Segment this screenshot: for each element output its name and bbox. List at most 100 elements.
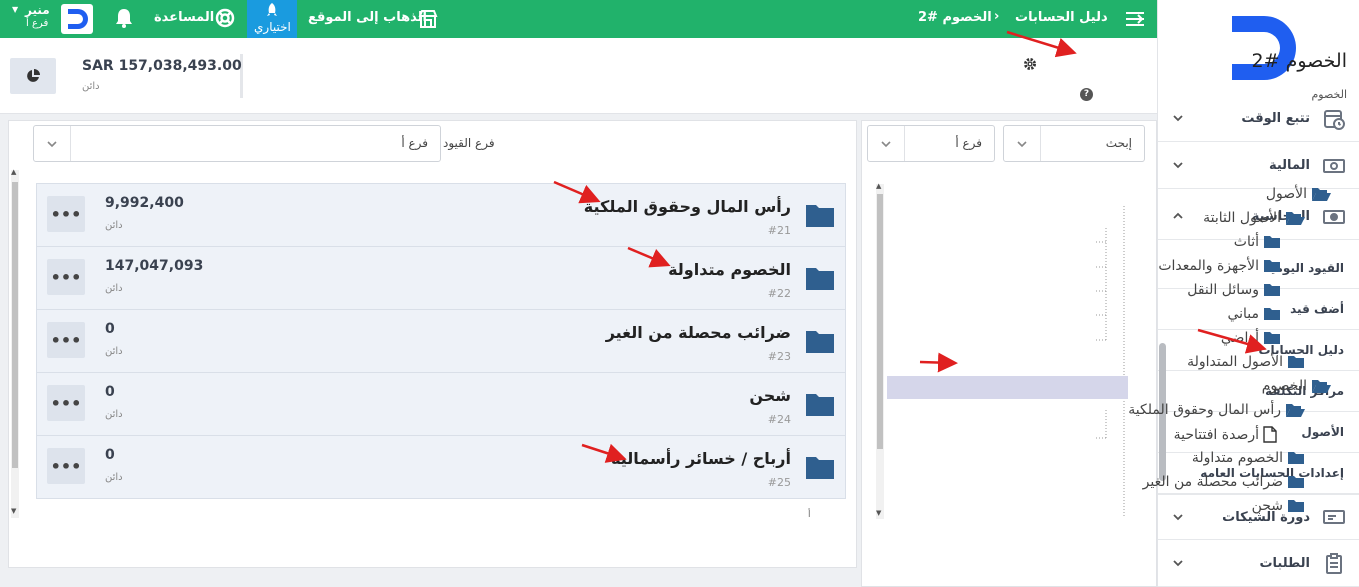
folder-icon xyxy=(1287,355,1305,369)
folder-icon xyxy=(805,456,835,480)
tree-node-vehicles[interactable]: وسائل النقل xyxy=(1187,282,1281,298)
tree-node-current-assets[interactable]: الأصول المتداولة xyxy=(1187,354,1305,370)
caret-down-icon[interactable]: ▼ xyxy=(12,5,18,14)
account-card[interactable]: شحن #24 0 دائن ••• xyxy=(36,372,846,436)
search-placeholder: إبحث xyxy=(1105,136,1132,150)
sidebar-item-time-tracking[interactable]: تتبع الوقت xyxy=(1158,96,1359,142)
help-link[interactable]: المساعدة xyxy=(154,10,214,25)
account-card[interactable]: أرباح / خسائر رأسمالية #25 0 دائن ••• xyxy=(36,435,846,499)
chart-button[interactable] xyxy=(10,58,56,94)
cheque-icon xyxy=(1322,505,1346,529)
tree-node-label: الأجهزة والمعدات xyxy=(1158,258,1259,274)
account-amount: 0 xyxy=(105,321,115,337)
folder-icon xyxy=(1263,283,1281,297)
folder-icon xyxy=(805,330,835,354)
breadcrumb-root[interactable]: دليل الحسابات xyxy=(1015,10,1108,25)
cash-icon xyxy=(1322,205,1346,229)
folder-icon xyxy=(1263,307,1281,321)
account-amount-label: دائن xyxy=(105,220,123,231)
account-amount-label: دائن xyxy=(105,409,123,420)
folder-icon xyxy=(805,393,835,417)
tree-node-label: أثاث xyxy=(1233,234,1259,250)
clipboard-icon xyxy=(1322,552,1346,576)
sidebar-item-label: تتبع الوقت xyxy=(1241,111,1310,126)
tree-node-taxes-collected[interactable]: ضرائب محصلة من الغير xyxy=(1143,474,1305,490)
tree-branch-select[interactable]: فرع أ xyxy=(867,125,995,162)
file-icon xyxy=(1263,426,1277,443)
account-card[interactable]: ضرائب محصلة من الغير #23 0 دائن ••• xyxy=(36,309,846,373)
app-logo[interactable] xyxy=(1230,12,1300,84)
tree-node-label: الأصول xyxy=(1265,186,1307,202)
account-number: #21 xyxy=(767,224,791,237)
sidebar-item-finance[interactable]: المالية xyxy=(1158,143,1359,189)
bell-icon[interactable] xyxy=(114,7,134,29)
user-branch: فرع أ xyxy=(26,18,49,29)
tree-node-shipping[interactable]: شحن xyxy=(1252,498,1305,514)
lifebuoy-icon[interactable] xyxy=(214,7,236,29)
account-title: رأس المال وحقوق الملكية xyxy=(583,197,791,216)
search-select[interactable]: إبحث xyxy=(1003,125,1145,162)
help-circle-icon[interactable]: ? xyxy=(1080,88,1093,101)
tree-scrollbar[interactable]: ▲ ▼ xyxy=(876,182,884,519)
menu-toggle-icon[interactable] xyxy=(1124,9,1146,29)
tree-node-land[interactable]: أراضي xyxy=(1221,330,1281,346)
folder-open-icon xyxy=(1285,210,1305,226)
tree-node-liabilities[interactable]: الخصوم xyxy=(1262,378,1331,394)
more-options-button[interactable]: ••• xyxy=(47,448,85,484)
account-amount: 9,992,400 xyxy=(105,195,184,211)
tree-node-label: شحن xyxy=(1251,498,1283,514)
trial-button[interactable]: اختياري xyxy=(247,0,297,38)
folder-icon xyxy=(805,267,835,291)
tree-node-label: وسائل النقل xyxy=(1187,282,1259,298)
account-card[interactable]: الخصوم متداولة #22 147,047,093 دائن ••• xyxy=(36,246,846,310)
chevron-down-icon xyxy=(1004,126,1041,161)
account-number: #24 xyxy=(767,413,791,426)
account-amount-label: دائن xyxy=(105,346,123,357)
folder-open-icon xyxy=(1311,186,1331,202)
sidebar-item-label: المالية xyxy=(1268,158,1310,173)
folder-icon xyxy=(1287,451,1305,465)
account-title: ضرائب محصلة من الغير xyxy=(605,323,791,342)
chevron-down-icon xyxy=(1172,112,1184,124)
tree-node-equity[interactable]: رأس المال وحقوق الملكية xyxy=(1128,402,1305,418)
sidebar-item-orders[interactable]: الطلبات xyxy=(1158,541,1359,587)
more-options-button[interactable]: ••• xyxy=(47,322,85,358)
folder-icon xyxy=(1263,331,1281,345)
folder-icon xyxy=(1287,499,1305,513)
breadcrumb-current: الخصوم #2 xyxy=(918,10,992,25)
tree-node-fixed-assets[interactable]: الأصول الثابتة xyxy=(1203,210,1305,226)
tree-node-equipment[interactable]: الأجهزة والمعدات xyxy=(1158,258,1281,274)
tree-node-current-liabilities[interactable]: الخصوم متداولة xyxy=(1192,450,1305,466)
tree-node-opening-balances[interactable]: أرصدة افتتاحية xyxy=(1174,426,1277,443)
account-number: #23 xyxy=(767,350,791,363)
top-bar: دليل الحسابات › الخصوم #2 الذهاب إلى الم… xyxy=(0,0,1157,38)
user-name[interactable]: منير xyxy=(25,3,50,17)
branch-filter-label: فرع القيود xyxy=(443,136,495,150)
gear-icon[interactable] xyxy=(1023,57,1037,71)
accounts-scrollbar[interactable]: ▲ ▼ xyxy=(11,168,19,518)
folder-icon xyxy=(1263,259,1281,273)
more-options-button[interactable]: ••• xyxy=(47,385,85,421)
chevron-down-icon xyxy=(1172,511,1184,523)
user-avatar[interactable] xyxy=(61,4,93,34)
tree-node-label: الأصول الثابتة xyxy=(1203,210,1281,226)
page-header xyxy=(0,38,1157,114)
tree-selection-highlight xyxy=(887,376,1128,399)
account-amount: 0 xyxy=(105,384,115,400)
tree-node-buildings[interactable]: مباني xyxy=(1227,306,1281,322)
account-card[interactable]: رأس المال وحقوق الملكية #21 9,992,400 دا… xyxy=(36,183,846,247)
account-amount-label: دائن xyxy=(105,472,123,483)
folder-open-icon xyxy=(1285,402,1305,418)
page-title: الخصوم #2 xyxy=(1251,50,1347,72)
branch-filter-select[interactable]: فرع أ xyxy=(33,125,441,162)
account-title: أرباح / خسائر رأسمالية xyxy=(611,449,791,468)
more-options-button[interactable]: ••• xyxy=(47,196,85,232)
tree-guides xyxy=(1096,206,1125,518)
pie-chart-icon xyxy=(26,69,40,83)
tree-node-furniture[interactable]: أثاث xyxy=(1234,234,1281,250)
tree-node-assets[interactable]: الأصول xyxy=(1266,186,1331,202)
chevron-down-icon xyxy=(1172,159,1184,171)
visit-site-link[interactable]: الذهاب إلى الموقع xyxy=(308,10,427,25)
account-title: شحن xyxy=(749,386,791,405)
more-options-button[interactable]: ••• xyxy=(47,259,85,295)
